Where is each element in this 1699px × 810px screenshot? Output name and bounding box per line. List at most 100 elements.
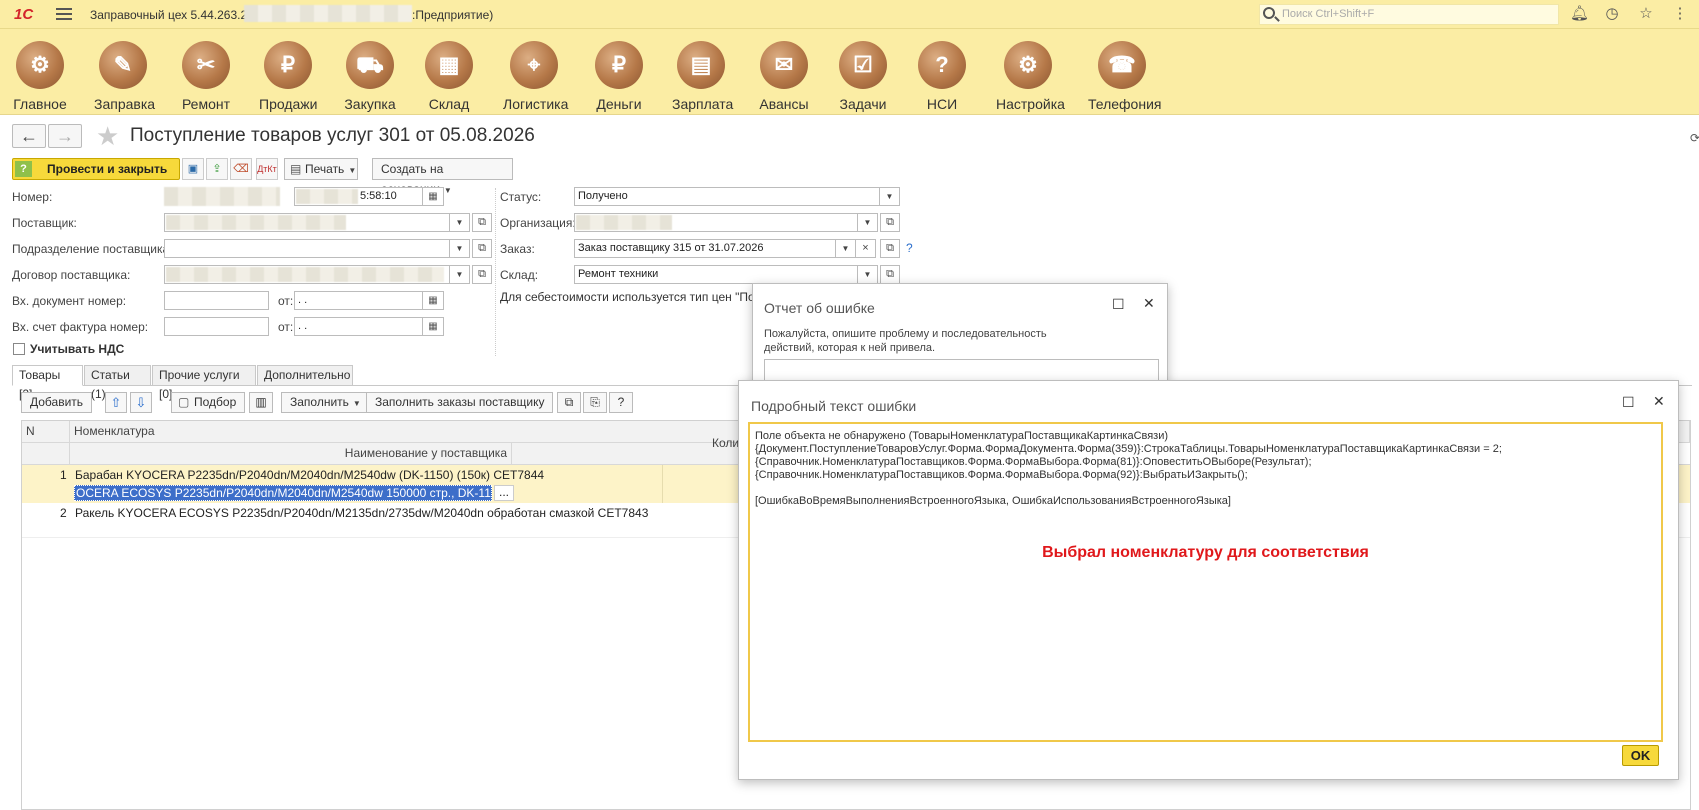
in-invoice-number-label: Вх. счет фактура номер: [12,320,149,334]
status-field[interactable]: Получено [574,187,880,206]
section-salary[interactable]: ▤ Зарплата [672,41,733,112]
in-doc-date-field[interactable]: . . [294,291,423,310]
in-invoice-date-field[interactable]: . . [294,317,423,336]
post-icon[interactable]: ⇪ [206,158,228,180]
section-sales[interactable]: ₽ Продажи [259,41,317,112]
supplier-division-field[interactable] [164,239,450,258]
section-settings[interactable]: ⚙ Настройка [996,41,1065,112]
section-money[interactable]: ₽ Деньги [594,41,644,112]
error-report-title: Отчет об ошибке [764,300,875,316]
help-icon[interactable]: ? [609,392,633,413]
chevron-down-icon[interactable]: ▼ [858,265,878,284]
create-basis-button[interactable]: Создать на основании▼ [372,158,513,196]
unpost-icon[interactable]: ⌫ [230,158,252,180]
in-doc-number-field[interactable] [164,291,269,310]
section-label: Телефония [1088,96,1162,112]
ok-button[interactable]: OK [1622,745,1659,766]
vat-checkbox[interactable] [13,343,25,355]
section-advances[interactable]: ✉ Авансы [758,41,810,112]
form-settings-icon[interactable]: ⟳ [1690,131,1699,145]
section-label: Задачи [839,96,887,112]
column-divider [495,188,496,356]
section-telephony[interactable]: ☎ Телефония [1088,41,1162,112]
move-up-icon[interactable]: ⇧ [105,392,127,413]
calendar-icon[interactable]: ▦ [423,317,444,336]
history-icon[interactable]: ◷ [1604,6,1620,22]
bell-icon[interactable]: 🔔︎ [1570,6,1589,22]
tab-goods[interactable]: Товары [2] [12,365,83,401]
sections-panel: ⚙ Главное ✎ Заправка ✂ Ремонт ₽ Продажи … [0,29,1699,115]
select-button[interactable]: ... [494,485,514,501]
order-label: Заказ: [500,242,535,256]
move-down-icon[interactable]: ⇩ [130,392,152,413]
chevron-down-icon[interactable]: ▼ [858,213,878,232]
tab-articles[interactable]: Статьи (1) [84,365,151,401]
fill-button[interactable]: Заполнить ▼ [281,392,370,413]
fill-orders-button[interactable]: Заполнить заказы поставщику [366,392,554,413]
error-text-area[interactable]: Поле объекта не обнаружено (ТоварыНоменк… [748,422,1663,742]
chevron-down-icon[interactable]: ▼ [450,239,470,258]
post-and-close-button[interactable]: ? Провести и закрыть [12,158,180,180]
column-header-n[interactable]: N [22,421,70,443]
error-details-title: Подробный текст ошибки [751,398,917,414]
section-main[interactable]: ⚙ Главное [13,41,67,112]
supplier-name-cell[interactable]: OCERA ECOSYS P2235dn/P2040dn/M2040dn/M25… [74,485,492,501]
section-logistics[interactable]: ⌖ Логистика [503,41,568,112]
clear-icon[interactable]: × [856,239,876,258]
section-label: Заправка [94,96,156,112]
save-icon[interactable]: ▣ [182,158,204,180]
open-icon[interactable]: ⧉ [880,239,900,258]
calendar-icon[interactable]: ▦ [423,291,444,310]
order-field[interactable]: Заказ поставщику 315 от 31.07.2026 [574,239,836,258]
section-warehouse-icon: ▦ [425,41,473,89]
open-icon[interactable]: ⧉ [472,213,492,232]
star-icon[interactable]: ☆ [1638,6,1654,22]
tab-other-services[interactable]: Прочие услуги [0] [152,365,256,401]
section-nsi-icon: ? [918,41,966,89]
help-link[interactable]: ? [906,241,913,255]
close-icon[interactable]: ✕ [1653,393,1665,410]
warehouse-value: Ремонт техники [578,268,659,280]
back-button[interactable]: ← [12,124,46,148]
section-warehouse[interactable]: ▦ Склад [424,41,474,112]
section-salary-icon: ▤ [677,41,725,89]
maximize-icon[interactable]: ☐ [1622,394,1635,411]
maximize-icon[interactable]: ☐ [1112,296,1125,313]
close-icon[interactable]: ✕ [1143,295,1155,312]
calendar-icon[interactable]: ▦ [423,187,444,206]
copy-icon[interactable]: ⧉ [557,392,581,413]
status-value: Получено [578,190,628,202]
barcode-icon[interactable]: ▥ [249,392,273,413]
section-main-icon: ⚙ [16,41,64,89]
paste-icon[interactable]: ⎘ [583,392,607,413]
tab-additional[interactable]: Дополнительно [257,365,353,386]
section-repair[interactable]: ✂ Ремонт [180,41,232,112]
section-refill[interactable]: ✎ Заправка [94,41,156,112]
open-icon[interactable]: ⧉ [472,239,492,258]
number-field[interactable] [164,187,280,206]
error-report-prompt: Пожалуйста, опишите проблему и последова… [764,328,1047,354]
in-invoice-number-field[interactable] [164,317,269,336]
more-icon[interactable]: ⋮ [1672,6,1688,22]
favorite-star-icon[interactable]: ★ [96,121,119,152]
section-tasks[interactable]: ☑ Задачи [838,41,888,112]
chevron-down-icon[interactable]: ▼ [450,265,470,284]
chevron-down-icon[interactable]: ▼ [880,187,900,206]
forward-button[interactable]: → [48,124,82,148]
section-nsi[interactable]: ? НСИ [918,41,966,112]
print-button[interactable]: Печать▼ [284,158,358,180]
section-purchase[interactable]: ⛟ Закупка [344,41,396,112]
add-button[interactable]: Добавить [21,392,93,413]
open-icon[interactable]: ⧉ [880,213,900,232]
chevron-down-icon[interactable]: ▼ [450,213,470,232]
open-icon[interactable]: ⧉ [880,265,900,284]
search-icon [1263,7,1275,19]
chevron-down-icon[interactable]: ▼ [836,239,856,258]
dt-kt-icon[interactable]: ДтКт [256,158,278,180]
menu-icon[interactable] [56,8,72,23]
column-header-supplier-name[interactable]: Наименование у поставщика [70,443,512,465]
open-icon[interactable]: ⧉ [472,265,492,284]
post-and-close-label: Провести и закрыть [47,162,168,176]
pick-button[interactable]: ▢ Подбор [171,392,246,413]
warehouse-field[interactable]: Ремонт техники [574,265,858,284]
